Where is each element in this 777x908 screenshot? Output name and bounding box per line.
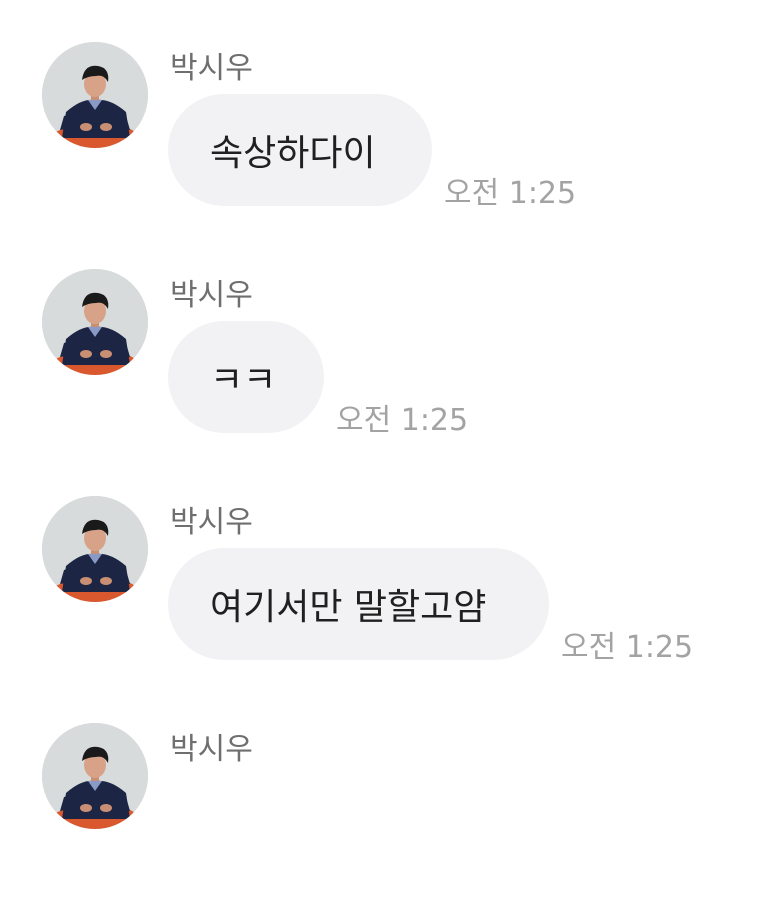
message-time: 오전 1:25	[561, 630, 694, 665]
message-bubble[interactable]: ㅋㅋ	[168, 321, 324, 433]
profile-photo	[42, 723, 148, 829]
chat-message: 박시우 여기서만 말할고얌 오전 1:25	[0, 454, 777, 681]
avatar[interactable]	[42, 496, 148, 602]
chat-message: 박시우	[0, 681, 777, 908]
sender-name: 박시우	[170, 51, 253, 86]
sender-name: 박시우	[170, 505, 253, 540]
message-text: 속상하다이	[210, 133, 376, 174]
message-time: 오전 1:25	[444, 176, 577, 211]
chat-message: 박시우 속상하다이 오전 1:25	[0, 0, 777, 227]
avatar[interactable]	[42, 723, 148, 829]
message-bubble[interactable]: 여기서만 말할고얌	[168, 548, 549, 660]
profile-photo	[42, 269, 148, 375]
avatar[interactable]	[42, 42, 148, 148]
message-time: 오전 1:25	[336, 403, 469, 438]
sender-name: 박시우	[170, 278, 253, 313]
message-text: ㅋㅋ	[210, 360, 277, 401]
profile-photo	[42, 42, 148, 148]
message-text: 여기서만 말할고얌	[210, 587, 487, 628]
profile-photo	[42, 496, 148, 602]
chat-message: 박시우 ㅋㅋ 오전 1:25	[0, 227, 777, 454]
sender-name: 박시우	[170, 732, 253, 767]
avatar[interactable]	[42, 269, 148, 375]
message-bubble[interactable]: 속상하다이	[168, 94, 432, 206]
